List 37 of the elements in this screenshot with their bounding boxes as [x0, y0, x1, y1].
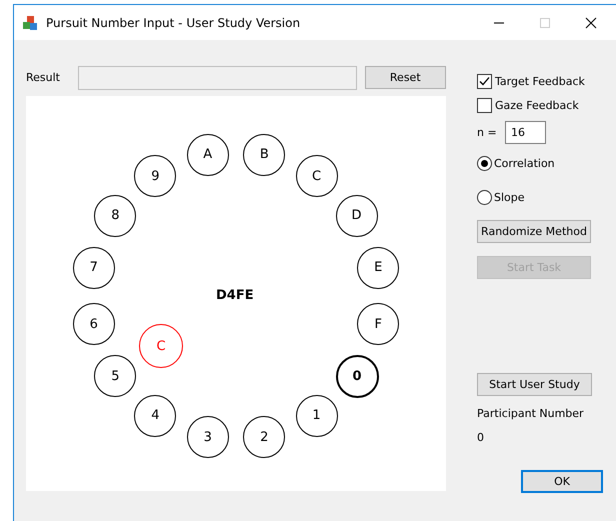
result-field[interactable]: [78, 66, 357, 90]
participant-number: 0: [477, 431, 484, 444]
maximize-icon: [539, 16, 551, 28]
target-circle: 7: [72, 246, 115, 289]
n-label: n =: [477, 126, 498, 139]
target-circle: B: [243, 134, 286, 176]
method-button[interactable]: Randomize Method: [477, 220, 591, 243]
app-icon: [22, 14, 38, 30]
check-icon: [479, 76, 490, 86]
checkbox[interactable]: Gaze Feedback: [477, 95, 579, 115]
target-circle: 8: [94, 194, 136, 237]
target-circle: 9: [134, 155, 176, 198]
target-circle: 4: [134, 394, 176, 437]
target-circle: 2: [243, 416, 286, 458]
participant-label: Participant Number: [477, 407, 584, 420]
radio-button[interactable]: Slope: [477, 187, 525, 207]
reset-button[interactable]: Reset: [364, 66, 446, 89]
center-text: D4FE: [216, 288, 254, 303]
target-circle: 3: [186, 416, 229, 458]
n-field[interactable]: 16: [505, 121, 546, 144]
target-circle: 6: [72, 303, 115, 346]
close-icon: [585, 16, 597, 28]
ok-button[interactable]: OK: [521, 470, 603, 493]
target-circle: E: [357, 246, 400, 289]
target-circle: 1: [296, 394, 338, 437]
target-circle: 5: [94, 355, 136, 397]
target-circle: A: [186, 134, 229, 176]
cursor-circle: C: [139, 324, 183, 368]
target-circle: C: [296, 155, 338, 198]
start-study-button[interactable]: Start User Study: [477, 373, 592, 396]
target-circle: D: [336, 194, 378, 237]
checkbox[interactable]: Target Feedback: [477, 71, 585, 91]
target-circle: 0: [336, 355, 379, 398]
target-circle: F: [357, 303, 400, 346]
radio-button[interactable]: Correlation: [477, 153, 555, 173]
window-title: Pursuit Number Input - User Study Version: [46, 16, 302, 30]
result-label: Result: [26, 71, 61, 84]
